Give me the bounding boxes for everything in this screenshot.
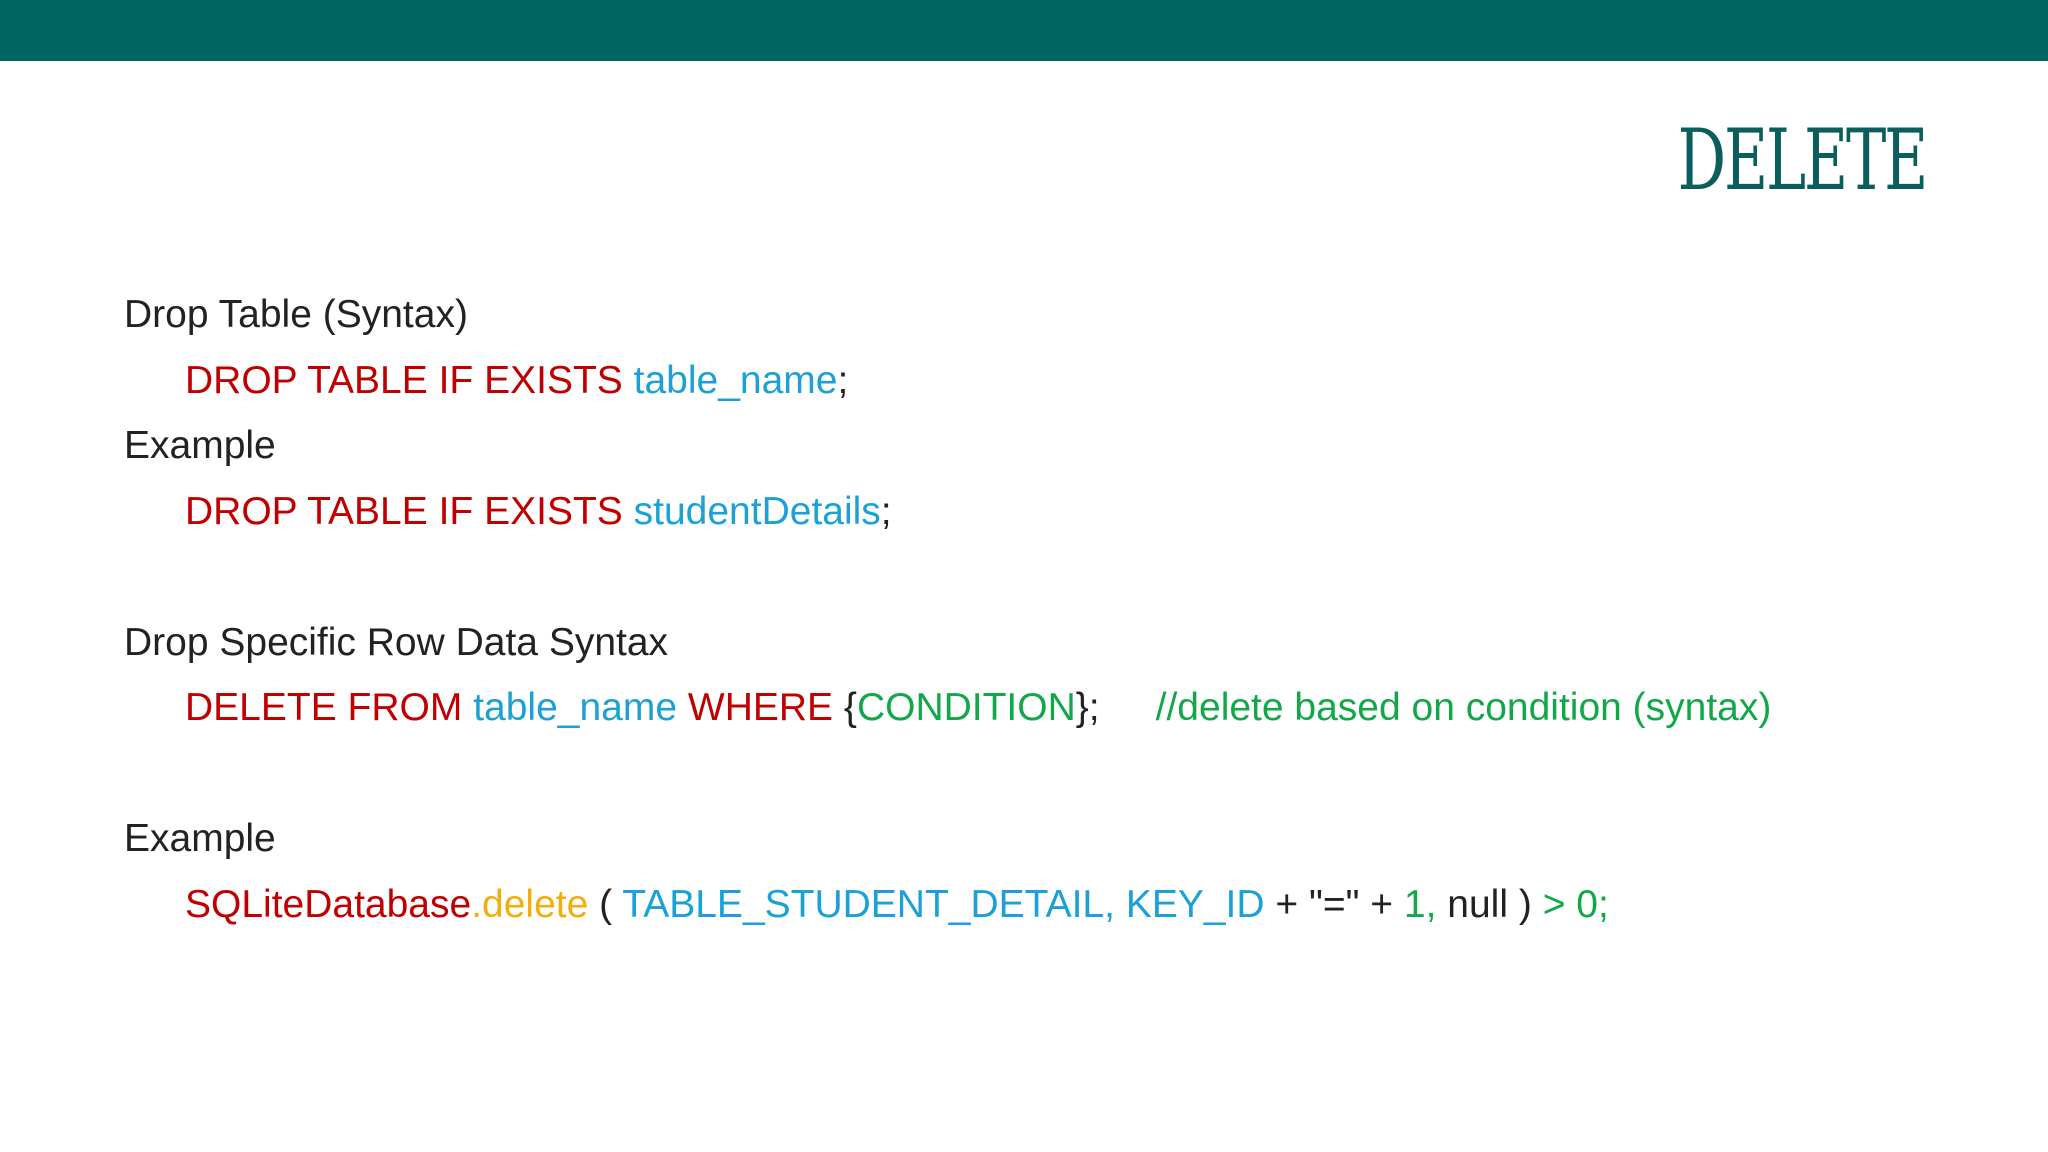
code-arg-key: KEY_ID	[1125, 882, 1265, 926]
slide-content: Drop Table (Syntax) DROP TABLE IF EXISTS…	[124, 282, 1984, 937]
paren-open: (	[599, 882, 613, 926]
sql-terminator: ;	[880, 489, 892, 533]
slide: DELETE Drop Table (Syntax) DROP TABLE IF…	[0, 0, 2048, 1152]
sql-keyword-where: WHERE	[687, 686, 834, 729]
sql-keyword: DROP TABLE IF EXISTS	[185, 489, 623, 533]
sql-keyword: DROP TABLE IF EXISTS	[185, 358, 623, 402]
code-arg-table: TABLE_STUDENT_DETAIL,	[622, 882, 1115, 926]
code-concat: + "=" +	[1275, 882, 1394, 926]
code-number: 1,	[1403, 882, 1437, 926]
sql-condition: CONDITION	[856, 686, 1076, 729]
sql-identifier: studentDetails	[633, 489, 881, 533]
brace-open: {	[843, 686, 857, 729]
code-method: delete	[482, 882, 589, 926]
brace-close: };	[1075, 686, 1100, 729]
code-compare: > 0;	[1542, 882, 1609, 926]
slide-title: DELETE	[1677, 111, 1929, 209]
code-null-close: null )	[1447, 882, 1532, 926]
drop-table-example-label: Example	[124, 424, 276, 467]
drop-table-syntax-line: DROP TABLE IF EXISTS table_name;	[124, 348, 1984, 414]
sql-keyword-delete: DELETE FROM	[185, 686, 463, 729]
sql-terminator: ;	[837, 358, 849, 402]
sql-identifier: table_name	[633, 358, 838, 402]
code-object: SQLiteDatabase	[185, 882, 472, 926]
delete-example-line: SQLiteDatabase.delete ( TABLE_STUDENT_DE…	[124, 872, 1984, 938]
sql-table-name: table_name	[473, 686, 678, 729]
drop-table-example-line: DROP TABLE IF EXISTS studentDetails;	[124, 479, 1984, 545]
header-bar	[0, 0, 2048, 61]
drop-row-syntax-line: DELETE FROM table_name WHERE {CONDITION}…	[124, 675, 1984, 741]
code-dot: .	[471, 882, 483, 926]
drop-row-heading: Drop Specific Row Data Syntax	[124, 620, 669, 664]
code-comment: //delete based on condition (syntax)	[1155, 686, 1772, 729]
delete-example-label: Example	[124, 817, 276, 860]
drop-table-heading: Drop Table (Syntax)	[124, 293, 468, 336]
